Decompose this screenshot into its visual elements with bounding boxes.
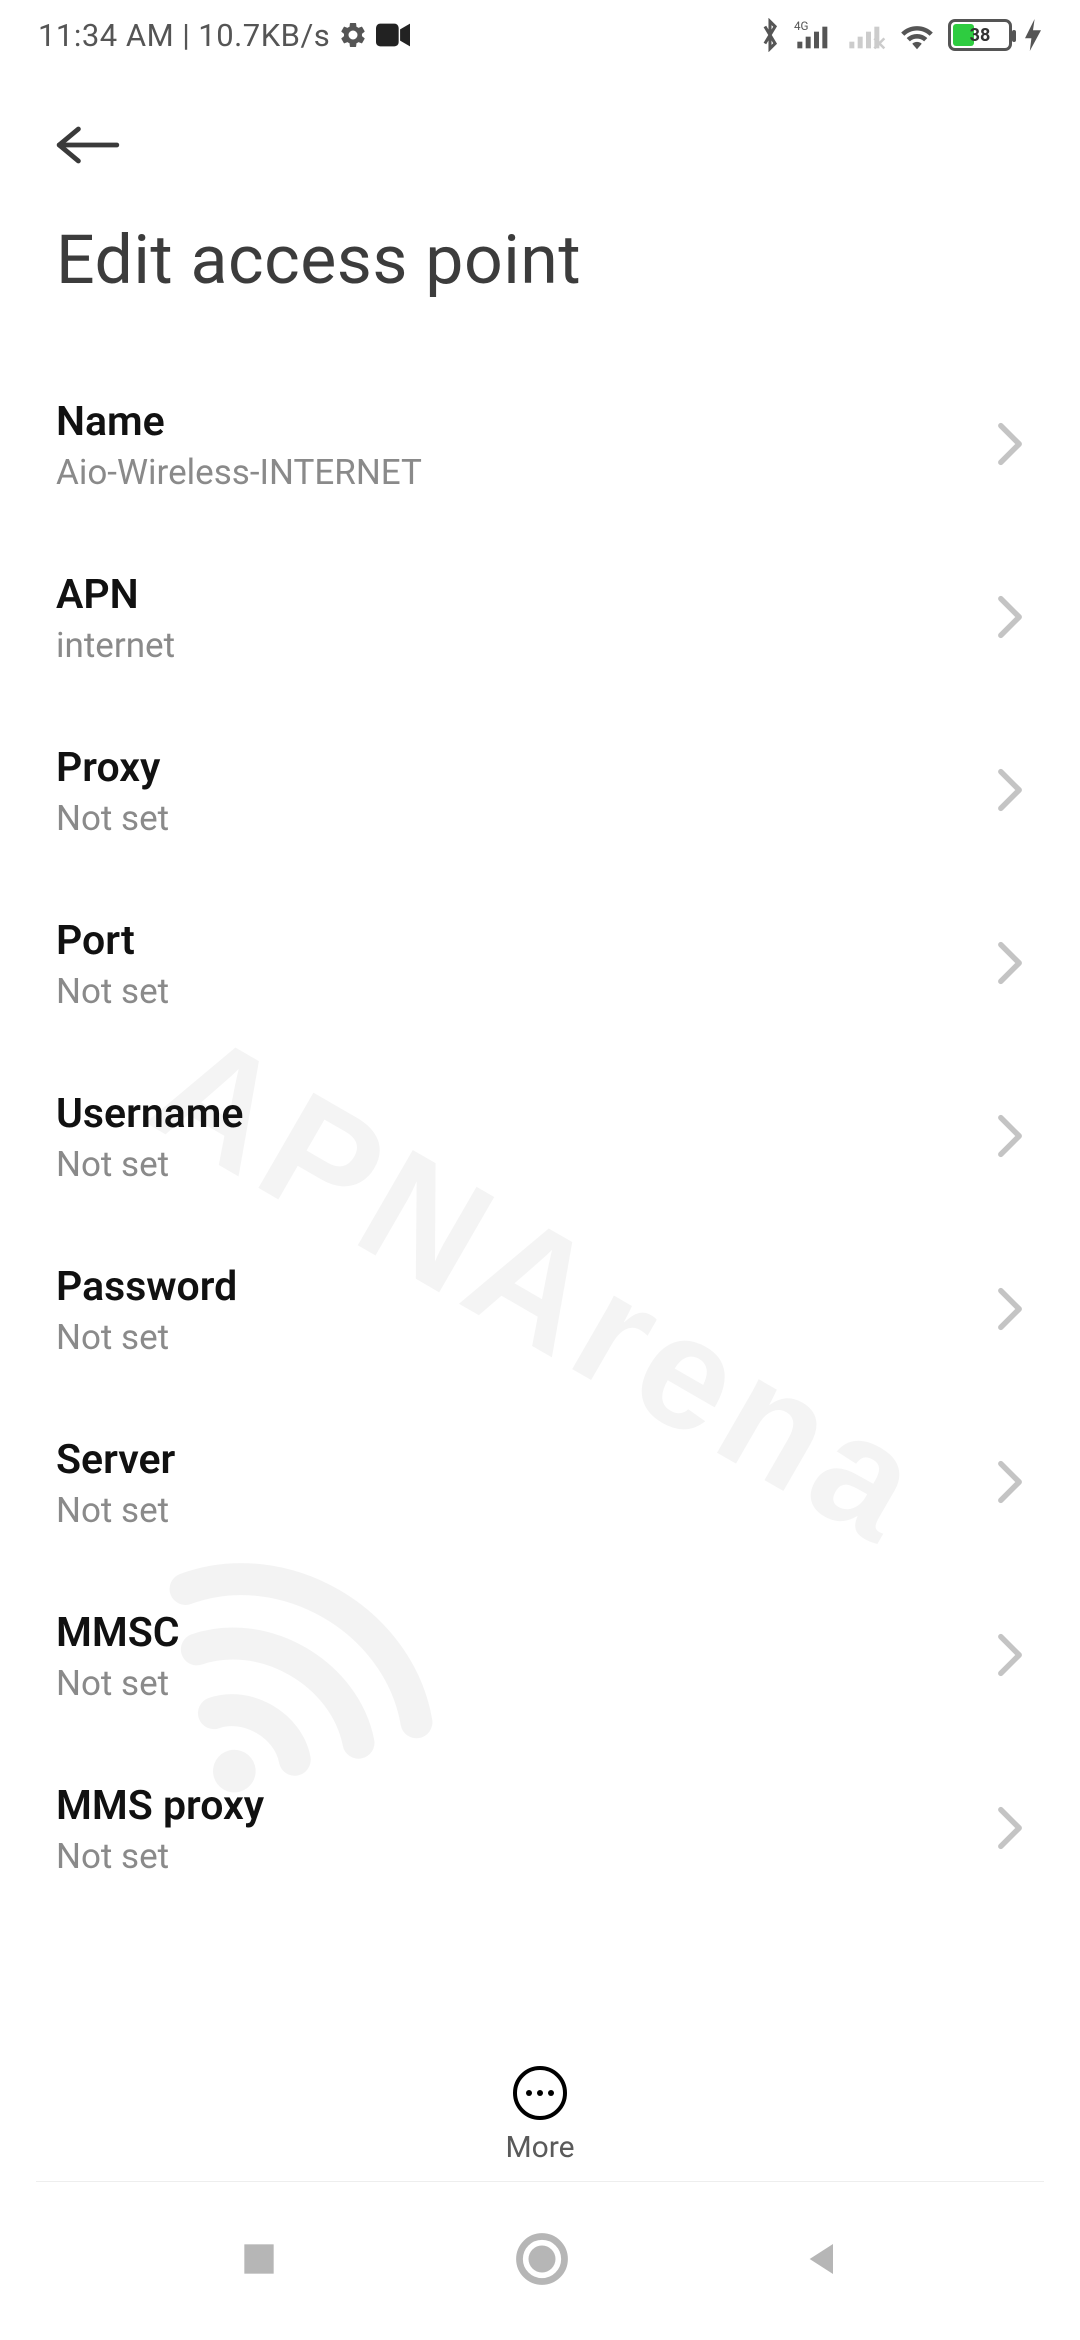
- nav-back-button[interactable]: [803, 2237, 843, 2285]
- chevron-right-icon: [996, 1633, 1024, 1681]
- square-icon: [237, 2237, 281, 2281]
- field-value: Not set: [56, 798, 169, 839]
- field-label: Proxy: [56, 744, 169, 792]
- field-value: Not set: [56, 1317, 237, 1358]
- field-label: Server: [56, 1436, 175, 1484]
- cellular-signal-nosim-icon: [846, 18, 886, 52]
- field-row-mms-proxy[interactable]: MMS proxy Not set: [0, 1744, 1080, 1917]
- field-row-apn[interactable]: APN internet: [0, 533, 1080, 706]
- field-label: APN: [56, 571, 175, 619]
- field-value: Aio-Wireless-INTERNET: [56, 452, 422, 493]
- field-value: Not set: [56, 1490, 175, 1531]
- chevron-right-icon: [996, 595, 1024, 643]
- wifi-icon: [898, 20, 936, 50]
- field-label: Username: [56, 1090, 243, 1138]
- field-value: Not set: [56, 1663, 180, 1704]
- battery-icon: 38: [948, 19, 1012, 51]
- status-time: 11:34 AM: [38, 17, 174, 54]
- chevron-right-icon: [996, 422, 1024, 470]
- charging-bolt-icon: [1024, 19, 1042, 51]
- apn-fields-list: Name Aio-Wireless-INTERNET APN internet …: [0, 320, 1080, 1917]
- svg-text:4G: 4G: [794, 19, 809, 33]
- chevron-right-icon: [996, 1806, 1024, 1854]
- field-label: MMSC: [56, 1609, 180, 1657]
- more-label: More: [505, 2130, 574, 2165]
- field-label: Port: [56, 917, 169, 965]
- status-bar: 11:34 AM | 10.7KB/s 4G: [0, 0, 1080, 70]
- field-label: MMS proxy: [56, 1782, 264, 1830]
- field-row-mmsc[interactable]: MMSC Not set: [0, 1571, 1080, 1744]
- chevron-right-icon: [996, 768, 1024, 816]
- arrow-left-icon: [56, 123, 120, 167]
- nav-home-button[interactable]: [515, 2232, 569, 2290]
- system-nav-bar: [0, 2182, 1080, 2340]
- more-button[interactable]: More: [0, 2058, 1080, 2165]
- field-label: Password: [56, 1263, 237, 1311]
- field-row-name[interactable]: Name Aio-Wireless-INTERNET: [0, 360, 1080, 533]
- cellular-signal-4g-icon: 4G: [794, 18, 834, 52]
- field-row-server[interactable]: Server Not set: [0, 1398, 1080, 1571]
- bluetooth-icon: [758, 18, 782, 52]
- status-net-speed: 10.7KB/s: [198, 17, 330, 54]
- video-icon: [376, 23, 410, 47]
- chevron-right-icon: [996, 1287, 1024, 1335]
- chevron-right-icon: [996, 941, 1024, 989]
- page-title: Edit access point: [0, 180, 1080, 320]
- field-value: Not set: [56, 1836, 264, 1877]
- field-value: Not set: [56, 971, 169, 1012]
- triangle-left-icon: [803, 2237, 843, 2281]
- field-value: Not set: [56, 1144, 243, 1185]
- chevron-right-icon: [996, 1114, 1024, 1162]
- field-row-proxy[interactable]: Proxy Not set: [0, 706, 1080, 879]
- chevron-right-icon: [996, 1460, 1024, 1508]
- status-separator: |: [182, 17, 190, 54]
- back-button[interactable]: [56, 110, 126, 180]
- field-row-username[interactable]: Username Not set: [0, 1052, 1080, 1225]
- more-horizontal-icon: [513, 2066, 567, 2120]
- field-row-password[interactable]: Password Not set: [0, 1225, 1080, 1398]
- field-label: Name: [56, 398, 422, 446]
- field-value: internet: [56, 625, 175, 666]
- nav-recents-button[interactable]: [237, 2237, 281, 2285]
- field-row-port[interactable]: Port Not set: [0, 879, 1080, 1052]
- gear-icon: [338, 20, 368, 50]
- circle-icon: [515, 2232, 569, 2286]
